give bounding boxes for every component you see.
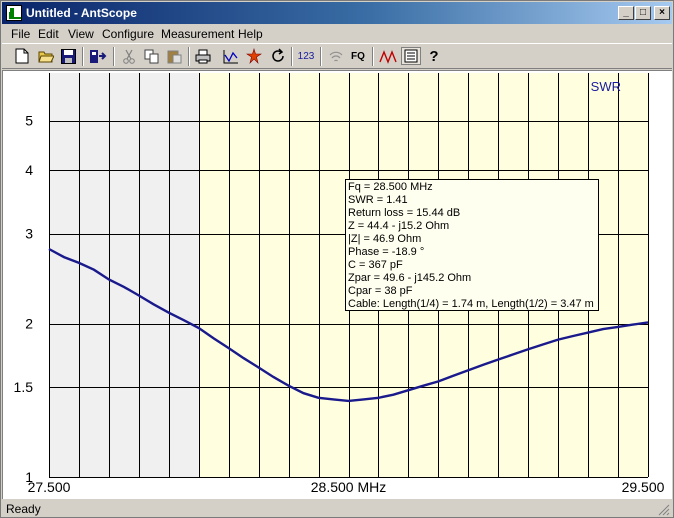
status-bar: Ready — [2, 500, 672, 517]
y-tick-label: 3 — [25, 226, 33, 242]
readout-swr: SWR = 1.41 — [348, 194, 408, 206]
readout-impedance-magnitude: |Z| = 46.9 Ohm — [348, 233, 422, 245]
menu-file[interactable]: File — [11, 27, 30, 41]
menu-edit[interactable]: Edit — [38, 27, 59, 41]
out-of-band-region — [49, 73, 199, 477]
menu-configure[interactable]: Configure — [102, 27, 154, 41]
menu-bar: File Edit View Configure Measurement Hel… — [2, 24, 672, 43]
save-icon[interactable] — [58, 47, 78, 65]
menu-view[interactable]: View — [68, 27, 94, 41]
readout-zpar: Zpar = 49.6 - j145.2 Ohm — [348, 272, 472, 284]
toolbar: 123 FQ ? — [2, 43, 672, 69]
series-label: SWR — [591, 79, 621, 94]
help-icon[interactable]: ? — [424, 47, 444, 65]
y-tick-label: 2 — [25, 316, 33, 332]
window-title: Untitled - AntScope — [26, 6, 137, 20]
readout-capacitance: C = 367 pF — [348, 259, 403, 271]
maximize-button[interactable]: □ — [635, 6, 651, 20]
wireless-icon[interactable] — [326, 47, 346, 65]
export-icon[interactable] — [88, 47, 108, 65]
resize-grip-icon[interactable] — [658, 504, 670, 516]
app-icon[interactable] — [6, 5, 22, 21]
y-tick-label: 5 — [25, 113, 33, 129]
open-icon[interactable] — [36, 47, 56, 65]
menu-measurement[interactable]: Measurement — [161, 27, 234, 41]
x-tick-label: 29.500 — [622, 479, 665, 495]
app-window: Untitled - AntScope _ □ × File Edit View… — [0, 0, 674, 518]
readout-cpar: Cpar = 38 pF — [348, 285, 413, 297]
readout-frequency: Fq = 28.500 MHz — [348, 181, 433, 193]
refresh-icon[interactable] — [268, 47, 288, 65]
readout-phase: Phase = -18.9 ° — [348, 246, 425, 258]
frequency-icon[interactable]: FQ — [348, 47, 368, 65]
paste-icon[interactable] — [164, 47, 184, 65]
info-icon[interactable] — [401, 47, 421, 65]
measurement-readout: Fq = 28.500 MHz SWR = 1.41 Return loss =… — [345, 179, 599, 311]
cut-icon[interactable] — [119, 47, 139, 65]
x-tick-label: 27.500 — [28, 479, 71, 495]
digits-icon[interactable]: 123 — [296, 47, 316, 65]
menu-help[interactable]: Help — [238, 27, 263, 41]
frequency-label: FQ — [351, 50, 365, 62]
readout-return-loss: Return loss = 15.44 dB — [348, 207, 461, 219]
close-button[interactable]: × — [654, 6, 670, 20]
digits-label: 123 — [297, 50, 315, 62]
copy-icon[interactable] — [141, 47, 161, 65]
y-tick-label: 4 — [25, 162, 33, 178]
new-icon[interactable] — [12, 47, 32, 65]
readout-impedance: Z = 44.4 - j15.2 Ohm — [348, 220, 450, 232]
status-text: Ready — [6, 502, 41, 516]
swr-chart[interactable]: 1 1.5 2 3 4 5 27.500 28.500 MHz 29.500 SWR Fq =… — [2, 70, 672, 499]
y-tick-label: 1.5 — [14, 379, 34, 395]
scan-icon[interactable] — [244, 47, 264, 65]
chart-icon[interactable] — [221, 47, 241, 65]
print-icon[interactable] — [193, 47, 213, 65]
minimize-button[interactable]: _ — [618, 6, 634, 20]
x-tick-label: 28.500 MHz — [311, 479, 386, 495]
readout-cable-length: Cable: Length(1/4) = 1.74 m, Length(1/2)… — [348, 298, 594, 310]
cursor-icon[interactable] — [378, 47, 398, 65]
title-bar[interactable]: Untitled - AntScope _ □ × — [2, 2, 672, 24]
